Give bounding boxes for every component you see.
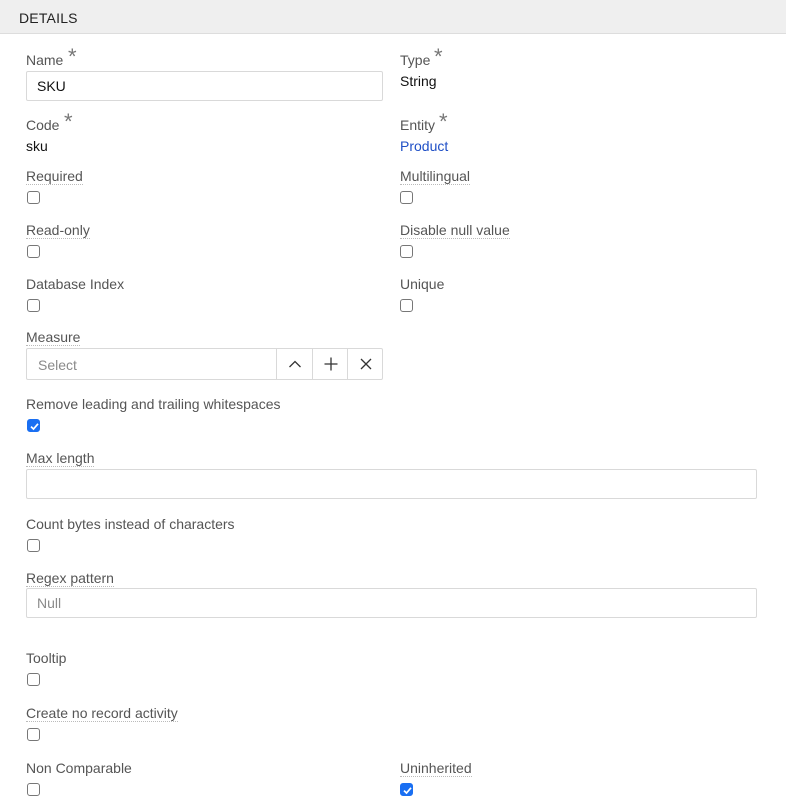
max-length-label-text: Max length — [26, 450, 95, 467]
unique-field-label: Unique — [400, 276, 444, 292]
read-only-label-text: Read-only — [26, 222, 90, 239]
read-only-checkbox[interactable] — [27, 245, 40, 258]
non-comparable-checkbox[interactable] — [27, 783, 40, 796]
code-required-asterisk: * — [64, 109, 73, 134]
tooltip-label-text: Tooltip — [26, 650, 67, 666]
plus-icon — [324, 357, 337, 371]
name-input[interactable] — [26, 71, 383, 101]
measure-label-text: Measure — [26, 329, 81, 346]
tooltip-checkbox[interactable] — [27, 673, 40, 686]
count-bytes-field-label: Count bytes instead of characters — [26, 516, 235, 532]
type-field-label: Type — [400, 52, 430, 68]
unique-checkbox[interactable] — [400, 299, 413, 312]
regex-pattern-label-text: Regex pattern — [26, 570, 114, 587]
required-label-text: Required — [26, 168, 83, 185]
details-panel-header: DETAILS — [0, 0, 786, 34]
count-bytes-checkbox[interactable] — [27, 539, 40, 552]
count-bytes-label-text: Count bytes instead of characters — [26, 516, 235, 532]
measure-add-button[interactable] — [312, 349, 348, 379]
regex-pattern-input[interactable] — [26, 588, 757, 618]
disable-null-value-field-label: Disable null value — [400, 222, 510, 239]
uninherited-field-label: Uninherited — [400, 760, 472, 777]
checkmark-icon — [403, 787, 412, 795]
entity-label-text: Entity — [400, 117, 436, 133]
create-no-record-activity-field-label: Create no record activity — [26, 705, 178, 722]
remove-whitespaces-label-text: Remove leading and trailing whitespaces — [26, 396, 281, 412]
database-index-checkbox[interactable] — [27, 299, 40, 312]
database-index-field-label: Database Index — [26, 276, 124, 292]
type-required-asterisk: * — [434, 44, 443, 69]
disable-null-value-checkbox[interactable] — [400, 245, 413, 258]
remove-whitespaces-field-label: Remove leading and trailing whitespaces — [26, 396, 280, 412]
required-field-label: Required — [26, 168, 83, 185]
entity-link[interactable]: Product — [400, 138, 448, 154]
measure-clear-button[interactable] — [347, 349, 383, 379]
max-length-input[interactable] — [26, 469, 757, 499]
measure-select-placeholder: Select — [38, 357, 77, 373]
entity-required-asterisk: * — [439, 109, 448, 134]
non-comparable-label-text: Non Comparable — [26, 760, 132, 776]
disable-null-value-label-text: Disable null value — [400, 222, 510, 239]
name-field-label: Name — [26, 52, 63, 68]
multilingual-field-label: Multilingual — [400, 168, 471, 185]
measure-field-label: Measure — [26, 329, 81, 346]
type-value: String — [400, 73, 437, 89]
code-field-label: Code — [26, 117, 59, 133]
name-required-asterisk: * — [68, 44, 77, 69]
regex-pattern-field-label: Regex pattern — [26, 570, 114, 587]
remove-whitespaces-checkbox[interactable] — [27, 419, 40, 432]
measure-select[interactable]: Select — [26, 348, 383, 380]
measure-toggle-button[interactable] — [276, 349, 312, 379]
multilingual-checkbox[interactable] — [400, 191, 413, 204]
required-checkbox[interactable] — [27, 191, 40, 204]
name-label-text: Name — [26, 52, 64, 68]
create-no-record-activity-checkbox[interactable] — [27, 728, 40, 741]
uninherited-checkbox[interactable] — [400, 783, 413, 796]
unique-label-text: Unique — [400, 276, 445, 292]
entity-field-label: Entity — [400, 117, 435, 133]
code-value: sku — [26, 138, 48, 154]
type-label-text: Type — [400, 52, 431, 68]
checkmark-icon — [30, 423, 39, 431]
close-icon — [360, 358, 371, 370]
read-only-field-label: Read-only — [26, 222, 90, 239]
database-index-label-text: Database Index — [26, 276, 125, 292]
multilingual-label-text: Multilingual — [400, 168, 471, 185]
create-no-record-activity-label-text: Create no record activity — [26, 705, 178, 722]
tooltip-field-label: Tooltip — [26, 650, 66, 666]
max-length-field-label: Max length — [26, 450, 95, 467]
uninherited-label-text: Uninherited — [400, 760, 472, 777]
non-comparable-field-label: Non Comparable — [26, 760, 132, 776]
code-label-text: Code — [26, 117, 60, 133]
details-header-title: DETAILS — [19, 10, 78, 26]
chevron-up-icon — [288, 360, 301, 368]
